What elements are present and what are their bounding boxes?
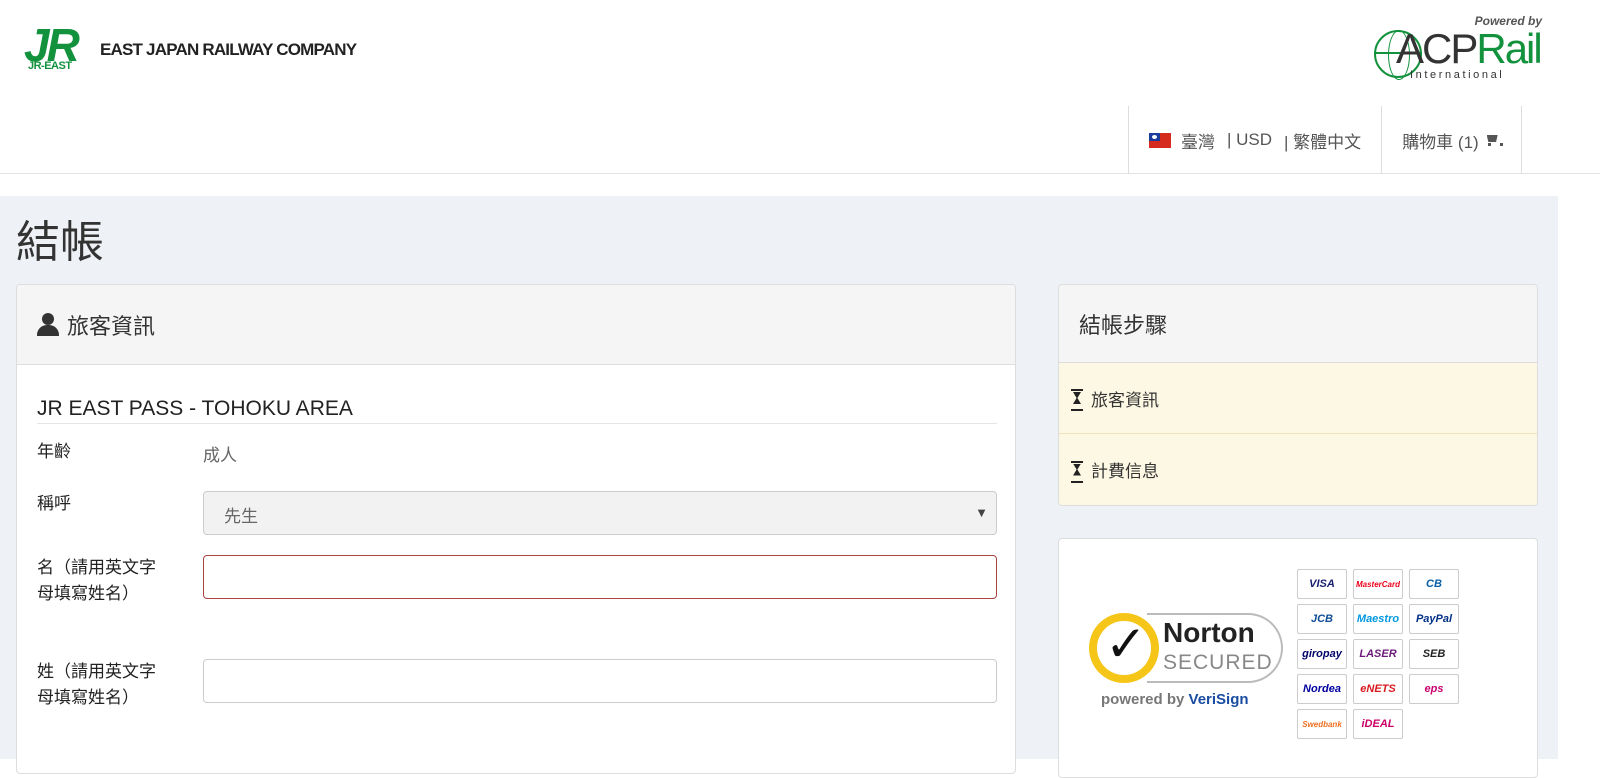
acp-rail-logo[interactable]: Powered by ACPRail International: [1372, 12, 1543, 81]
ideal-logo-icon: iDEAL: [1353, 709, 1403, 739]
pass-title: JR EAST PASS - TOHOKU AREA: [37, 397, 997, 424]
salutation-row: 稱呼 先生 ▼: [37, 491, 997, 537]
seb-logo-icon: SEB: [1409, 639, 1459, 669]
salutation-label: 稱呼: [37, 494, 71, 514]
paypal-logo-icon: PayPal: [1409, 604, 1459, 634]
security-panel: Norton SECURED powered by VeriSign VISAM…: [1058, 538, 1538, 778]
age-value: 成人: [203, 446, 237, 465]
age-row: 年齡 成人: [37, 439, 997, 469]
jr-logo-sub: JR-EAST: [28, 60, 72, 72]
chevron-down-icon: ▼: [975, 505, 988, 520]
traveler-info-panel: 旅客資訊 JR EAST PASS - TOHOKU AREA 年齡 成人 稱呼…: [16, 284, 1016, 774]
powered-by-text: powered by: [1101, 691, 1185, 708]
cart-label: 購物車 (1): [1402, 132, 1479, 152]
laser-logo-icon: LASER: [1353, 639, 1403, 669]
acp-international: International: [1410, 69, 1505, 81]
traveler-panel-header: 旅客資訊: [17, 285, 1015, 365]
norton-secured-text: SECURED: [1163, 651, 1273, 674]
hourglass-icon: [1071, 460, 1083, 483]
acp-name-a: ACP: [1396, 25, 1478, 72]
acp-name: ACPRail: [1396, 25, 1543, 72]
currency-label[interactable]: | USD: [1227, 130, 1272, 150]
age-label: 年齡: [37, 442, 71, 462]
visa-logo-icon: VISA: [1297, 569, 1347, 599]
header-nav: 臺灣 | USD | 繁體中文 購物車 (1): [1128, 106, 1522, 174]
last-name-row: 姓（請用英文字母填寫姓名）: [37, 659, 997, 743]
norton-brand: Norton: [1163, 617, 1255, 648]
enets-logo-icon: eNETS: [1353, 674, 1403, 704]
taiwan-flag-icon: [1149, 132, 1171, 148]
site-header: JR JR-EAST EAST JAPAN RAILWAY COMPANY Po…: [0, 0, 1600, 174]
swedbank-logo-icon: Swedbank: [1297, 709, 1347, 739]
step-label: 計費信息: [1091, 462, 1159, 481]
norton-secured-seal[interactable]: Norton SECURED powered by VeriSign: [1087, 599, 1287, 719]
norton-powered-by: powered by VeriSign: [1101, 691, 1249, 708]
step-billing-info[interactable]: 計費信息: [1059, 434, 1537, 505]
salutation-select[interactable]: 先生 ▼: [203, 491, 997, 535]
steps-panel-title: 結帳步驟: [1059, 285, 1537, 363]
jr-east-logo[interactable]: JR JR-EAST EAST JAPAN RAILWAY COMPANY: [24, 20, 404, 80]
checkout-main: 結帳 旅客資訊 JR EAST PASS - TOHOKU AREA 年齡 成人…: [0, 196, 1558, 778]
last-name-input[interactable]: [203, 659, 997, 703]
jr-company-name: EAST JAPAN RAILWAY COMPANY: [100, 40, 357, 59]
step-label: 旅客資訊: [1091, 390, 1159, 410]
locale-selector[interactable]: 臺灣 | USD | 繁體中文: [1128, 106, 1381, 174]
verisign-text: VeriSign: [1188, 691, 1249, 708]
salutation-selected-value: 先生: [224, 507, 258, 526]
language-label[interactable]: | 繁體中文: [1284, 128, 1361, 153]
step-traveler-info[interactable]: 旅客資訊: [1059, 363, 1537, 434]
first-name-input[interactable]: [203, 555, 997, 599]
page-title: 結帳: [16, 217, 104, 268]
user-icon: [37, 312, 59, 337]
shopping-cart-icon: [1485, 133, 1503, 147]
cart-button[interactable]: 購物車 (1): [1381, 106, 1522, 174]
first-name-row: 名（請用英文字母填寫姓名）: [37, 555, 997, 639]
mastercard-logo-icon: MasterCard: [1353, 569, 1403, 599]
acp-name-b: Rail: [1476, 25, 1542, 72]
hourglass-icon: [1071, 389, 1083, 411]
traveler-panel-title: 旅客資訊: [67, 313, 156, 339]
checkout-steps-panel: 結帳步驟 旅客資訊 計費信息: [1058, 284, 1538, 506]
nordea-logo-icon: Nordea: [1297, 674, 1347, 704]
last-name-label: 姓（請用英文字母填寫姓名）: [37, 662, 156, 708]
first-name-label: 名（請用英文字母填寫姓名）: [37, 558, 156, 604]
eps-logo-icon: eps: [1409, 674, 1459, 704]
jcb-logo-icon: JCB: [1297, 604, 1347, 634]
maestro-logo-icon: Maestro: [1353, 604, 1403, 634]
giropay-logo-icon: giropay: [1297, 639, 1347, 669]
payment-methods-grid: VISA MasterCard CB JCB Maestro PayPal giropay L…: [1297, 569, 1459, 739]
cb-logo-icon: CB: [1409, 569, 1459, 599]
country-label: 臺灣: [1181, 132, 1215, 152]
